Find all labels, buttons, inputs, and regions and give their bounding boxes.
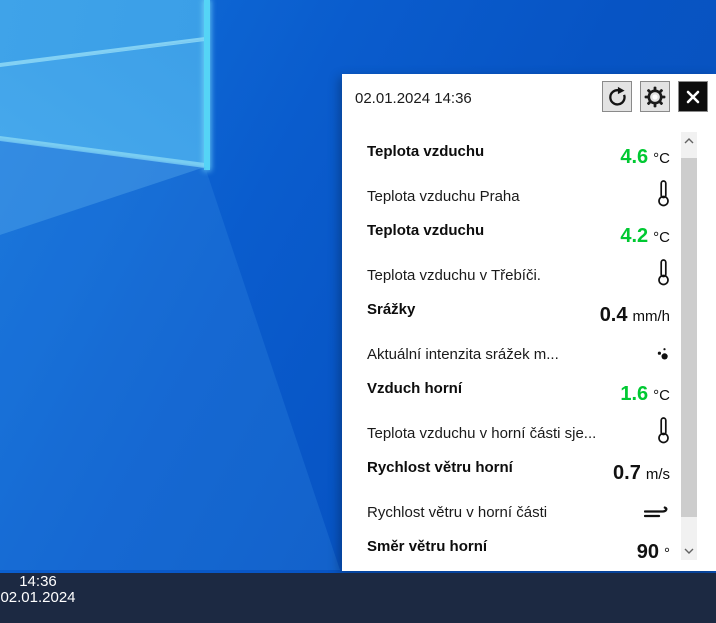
scrollbar-down-button[interactable] [681,542,697,560]
settings-button[interactable] [640,81,670,112]
item-unit: °C [653,387,670,404]
sensor-row[interactable]: Vzduch horní 1.6 °C Teplota vzduchu v ho… [342,380,716,459]
sensor-list: Teplota vzduchu 4.6 °C Teplota vzduchu P… [342,134,716,617]
sensor-row-sub: Teplota vzduchu v Třebíči. [367,266,670,286]
sensor-row-main: Teplota vzduchu 4.6 °C [367,143,670,167]
item-value: 0.7 [613,463,641,483]
refresh-button[interactable] [602,81,632,112]
item-icon-box [642,266,670,286]
sensor-row[interactable]: Rychlost větru horní 0.7 m/s Rychlost vě… [342,459,716,538]
scrollbar-thumb[interactable] [681,158,697,517]
thermometer-icon [657,259,670,286]
item-unit: ° [664,545,670,562]
item-label: Teplota vzduchu [367,143,484,161]
refresh-icon [607,86,628,107]
sensor-row[interactable]: Teplota vzduchu 4.2 °C Teplota vzduchu v… [342,222,716,301]
item-value-group: 90 ° [637,542,670,562]
item-value: 0.4 [600,305,628,325]
item-icon-box [642,187,670,207]
item-value: 4.2 [620,226,648,246]
sensor-row-main: Rychlost větru horní 0.7 m/s [367,459,670,483]
sensor-row-main: Srážky 0.4 mm/h [367,301,670,325]
sensor-row[interactable]: Srážky 0.4 mm/h Aktuální intenzita sráže… [342,301,716,380]
item-desc: Teplota vzduchu v Třebíči. [367,266,541,285]
thermometer-icon [657,180,670,207]
widget-scrollbar[interactable] [681,132,697,560]
taskbar: ENG 14:36 02.01.2024 [0,573,716,623]
clock-time: 14:36 [19,574,57,590]
item-unit: °C [653,150,670,167]
item-label: Směr větru horní [367,538,487,556]
chevron-up-icon [684,138,694,144]
item-label: Rychlost větru horní [367,459,513,477]
item-unit: mm/h [633,308,671,325]
item-unit: m/s [646,466,670,483]
item-value: 1.6 [620,384,648,404]
chevron-down-icon [684,548,694,554]
sensor-row[interactable]: Teplota vzduchu 4.6 °C Teplota vzduchu P… [342,143,716,222]
item-desc: Rychlost větru v horní části [367,503,547,522]
item-icon-box [642,424,670,444]
sensor-row-main: Teplota vzduchu 4.2 °C [367,222,670,246]
sensor-row-sub: Aktuální intenzita srážek m... [367,345,670,364]
item-value-group: 0.7 m/s [613,463,670,483]
item-value: 90 [637,542,659,562]
item-icon-box [642,503,670,521]
close-icon [686,90,700,104]
raindrops-icon [656,347,670,361]
gear-icon [644,86,666,108]
widget-header-buttons [602,81,708,112]
item-label: Srážky [367,301,415,319]
item-desc: Aktuální intenzita srážek m... [367,345,559,364]
weather-widget-panel: 02.01.2024 14:36 [342,74,716,571]
scrollbar-up-button[interactable] [681,132,697,150]
item-label: Vzduch horní [367,380,462,398]
desktop: 02.01.2024 14:36 [0,0,716,623]
clock-date: 02.01.2024 [0,590,75,606]
sensor-row-sub: Teplota vzduchu Praha [367,187,670,207]
sensor-row-sub: Rychlost větru v horní části [367,503,670,522]
close-button[interactable] [678,81,708,112]
item-icon-box [642,345,670,361]
item-desc: Teplota vzduchu Praha [367,187,520,206]
item-value-group: 4.2 °C [620,226,670,246]
item-unit: °C [653,229,670,246]
thermometer-icon [657,417,670,444]
item-desc: Teplota vzduchu v horní části sje... [367,424,596,443]
item-value-group: 4.6 °C [620,147,670,167]
item-label: Teplota vzduchu [367,222,484,240]
sensor-row-sub: Teplota vzduchu v horní části sje... [367,424,670,444]
item-value-group: 0.4 mm/h [600,305,670,325]
sensor-row-main: Směr větru horní 90 ° [367,538,670,562]
wind-icon [644,506,670,521]
taskbar-clock[interactable]: 14:36 02.01.2024 [0,573,76,607]
item-value: 4.6 [620,147,648,167]
wallpaper-pane-edge-right [204,0,210,170]
item-value-group: 1.6 °C [620,384,670,404]
widget-header: 02.01.2024 14:36 [342,74,716,134]
sensor-row-main: Vzduch horní 1.6 °C [367,380,670,404]
widget-datetime: 02.01.2024 14:36 [355,90,472,107]
